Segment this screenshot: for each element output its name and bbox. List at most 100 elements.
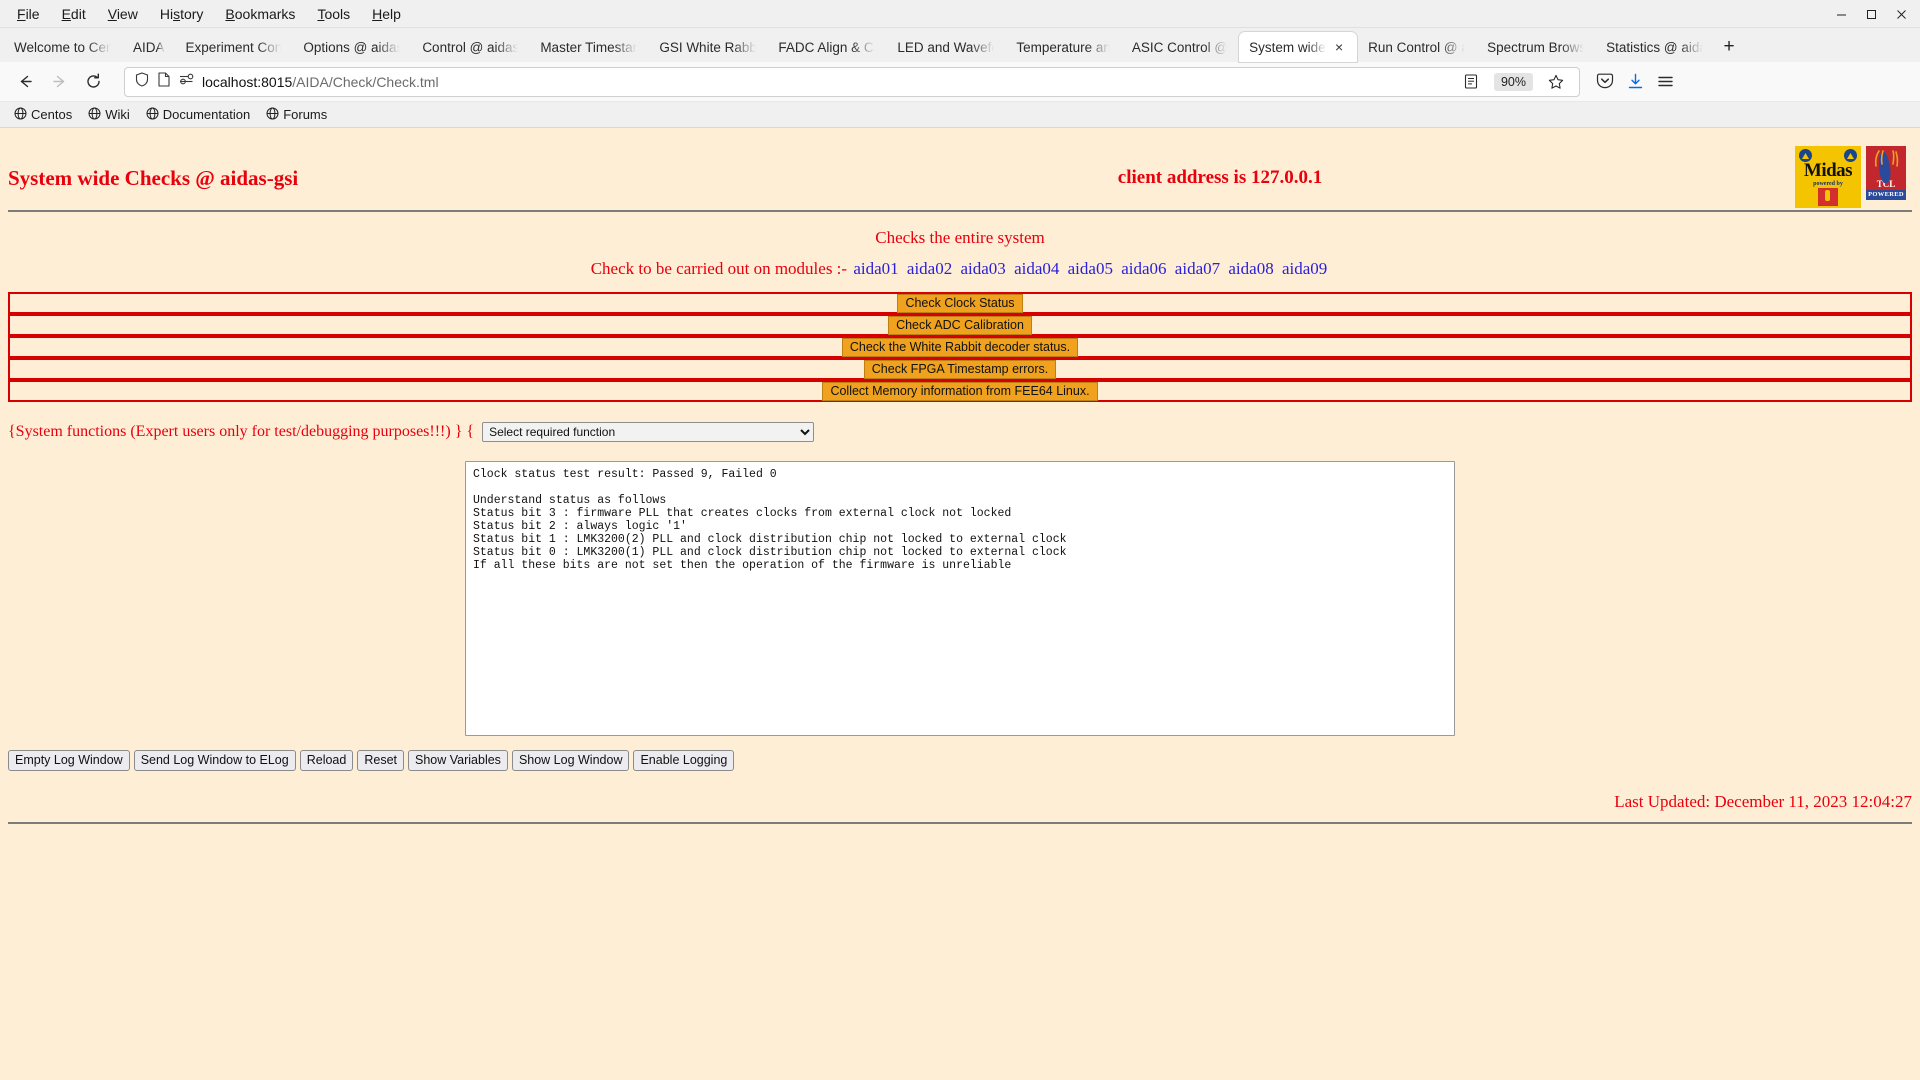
page-info-icon[interactable] (158, 71, 170, 92)
back-icon[interactable] (8, 66, 42, 98)
bookmark-star-icon[interactable] (1541, 67, 1571, 97)
last-updated-text: Last Updated: December 11, 2023 12:04:27 (1614, 792, 1912, 811)
tab-temperature[interactable]: Temperature an (1006, 32, 1121, 62)
menu-file[interactable]: File (6, 4, 51, 24)
modules-line: Check to be carried out on modules :- ai… (0, 248, 1920, 279)
minimize-icon[interactable] (1826, 1, 1856, 27)
bookmark-centos[interactable]: Centos (8, 105, 78, 125)
empty-log-window-button[interactable]: Empty Log Window (8, 750, 130, 771)
tab-statistics[interactable]: Statistics @ aida (1596, 32, 1714, 62)
globe-icon (14, 107, 27, 123)
midas-logo-text: Midas (1803, 160, 1853, 181)
bookmark-label: Documentation (162, 107, 251, 122)
system-functions-label: {System functions (Expert users only for… (8, 423, 475, 440)
collect-memory-information-button[interactable]: Collect Memory information from FEE64 Li… (822, 381, 1098, 401)
tab-control[interactable]: Control @ aidas (412, 32, 529, 62)
menu-history[interactable]: History (149, 4, 215, 24)
module-link-aida05[interactable]: aida05 (1068, 259, 1113, 278)
module-link-aida07[interactable]: aida07 (1175, 259, 1220, 278)
tab-experiment-control[interactable]: Experiment Con (176, 32, 293, 62)
module-link-aida02[interactable]: aida02 (907, 259, 952, 278)
navigation-bar: localhost:8015/AIDA/Check/Check.tml 90% (0, 62, 1920, 102)
tab-run-control[interactable]: Run Control @ a (1358, 32, 1476, 62)
midas-logo: Midas powered by (1795, 146, 1861, 208)
reset-button[interactable]: Reset (357, 750, 404, 771)
menu-edit[interactable]: Edit (51, 4, 97, 24)
tab-gsi-white-rabbit[interactable]: GSI White Rabbi (649, 32, 767, 62)
check-row-memory-info: Collect Memory information from FEE64 Li… (8, 380, 1912, 402)
tab-fadc-align[interactable]: FADC Align & Co (768, 32, 886, 62)
psi-icon (1844, 149, 1857, 162)
zoom-level-badge[interactable]: 90% (1493, 72, 1533, 91)
module-link-aida03[interactable]: aida03 (960, 259, 1005, 278)
window-controls (1826, 0, 1916, 28)
tab-aida[interactable]: AIDA (123, 32, 175, 62)
tab-strip: Welcome to Cen AIDA Experiment Con Optio… (0, 28, 1920, 62)
reload-icon[interactable] (76, 66, 110, 98)
new-tab-button[interactable]: + (1715, 32, 1743, 62)
close-icon[interactable] (1886, 1, 1916, 27)
tab-master-timestamp[interactable]: Master Timestam (530, 32, 648, 62)
maximize-icon[interactable] (1856, 1, 1886, 27)
show-log-window-button[interactable]: Show Log Window (511, 750, 630, 771)
tab-asic-control[interactable]: ASIC Control @ (1122, 32, 1238, 62)
forward-icon[interactable] (42, 66, 76, 98)
tcl-powered-label: POWERED (1866, 190, 1906, 200)
page-content: System wide Checks @ aidas-gsi client ad… (0, 128, 1920, 1080)
app-menu-icon[interactable] (1650, 67, 1680, 97)
show-variables-button[interactable]: Show Variables (408, 750, 508, 771)
tab-options[interactable]: Options @ aidas (293, 32, 411, 62)
bookmark-forums[interactable]: Forums (260, 105, 333, 125)
tcl-logo: TCL POWERED (1866, 146, 1906, 200)
browser-window: File Edit View History Bookmarks Tools H… (0, 0, 1920, 1080)
url-bar[interactable]: localhost:8015/AIDA/Check/Check.tml 90% (124, 66, 1580, 97)
tab-close-icon[interactable]: × (1331, 40, 1347, 54)
url-text[interactable]: localhost:8015/AIDA/Check/Check.tml (202, 74, 1456, 90)
tracking-protection-icon[interactable] (179, 73, 194, 91)
url-icon-group (131, 71, 202, 92)
tcl-spark-icon (1874, 150, 1899, 167)
reload-button[interactable]: Reload (299, 750, 354, 771)
menu-bookmarks[interactable]: Bookmarks (214, 4, 306, 24)
bookmark-wiki[interactable]: Wiki (82, 105, 136, 125)
check-clock-status-button[interactable]: Check Clock Status (897, 293, 1023, 313)
tab-spectrum-browser[interactable]: Spectrum Brows (1477, 32, 1595, 62)
module-link-aida09[interactable]: aida09 (1282, 259, 1327, 278)
bookmark-label: Forums (283, 107, 328, 122)
footer-button-bar: Empty Log Window Send Log Window to ELog… (0, 736, 1920, 771)
module-link-aida06[interactable]: aida06 (1121, 259, 1166, 278)
tab-welcome-to-centos[interactable]: Welcome to Cen (4, 32, 122, 62)
reader-mode-icon[interactable] (1456, 67, 1486, 97)
module-link-aida08[interactable]: aida08 (1228, 259, 1273, 278)
page-subtitle: Checks the entire system (875, 228, 1045, 247)
globe-icon (266, 107, 279, 123)
tab-system-wide-checks[interactable]: System wide C × (1239, 32, 1358, 62)
shield-icon[interactable] (135, 71, 149, 92)
module-link-aida01[interactable]: aida01 (853, 259, 898, 278)
check-row-white-rabbit: Check the White Rabbit decoder status. (8, 336, 1912, 358)
menu-help[interactable]: Help (361, 4, 412, 24)
check-row-adc-calibration: Check ADC Calibration (8, 314, 1912, 336)
check-adc-calibration-button[interactable]: Check ADC Calibration (888, 315, 1032, 335)
system-functions-select[interactable]: Select required function (482, 422, 815, 442)
check-row-clock-status: Check Clock Status (8, 292, 1912, 314)
logo-group: Midas powered by TCL POWERED (1795, 146, 1906, 208)
tab-led-and-waveform[interactable]: LED and Wavefo (887, 32, 1005, 62)
bookmark-documentation[interactable]: Documentation (140, 105, 256, 125)
downloads-icon[interactable] (1620, 67, 1650, 97)
check-white-rabbit-decoder-button[interactable]: Check the White Rabbit decoder status. (841, 337, 1079, 357)
client-address: client address is 127.0.0.1 (1117, 167, 1323, 188)
pocket-icon[interactable] (1590, 67, 1620, 97)
menu-tools[interactable]: Tools (306, 4, 361, 24)
bookmark-label: Wiki (105, 107, 130, 122)
enable-logging-button[interactable]: Enable Logging (633, 750, 735, 771)
globe-icon (88, 107, 101, 123)
module-link-aida04[interactable]: aida04 (1014, 259, 1059, 278)
menu-view[interactable]: View (97, 4, 149, 24)
system-functions-row: {System functions (Expert users only for… (0, 402, 1920, 442)
bookmark-label: Centos (31, 107, 73, 122)
check-fpga-timestamp-errors-button[interactable]: Check FPGA Timestamp errors. (863, 359, 1057, 379)
log-window-textarea[interactable] (465, 461, 1455, 736)
globe-icon (146, 107, 159, 123)
send-log-window-to-elog-button[interactable]: Send Log Window to ELog (133, 750, 296, 771)
